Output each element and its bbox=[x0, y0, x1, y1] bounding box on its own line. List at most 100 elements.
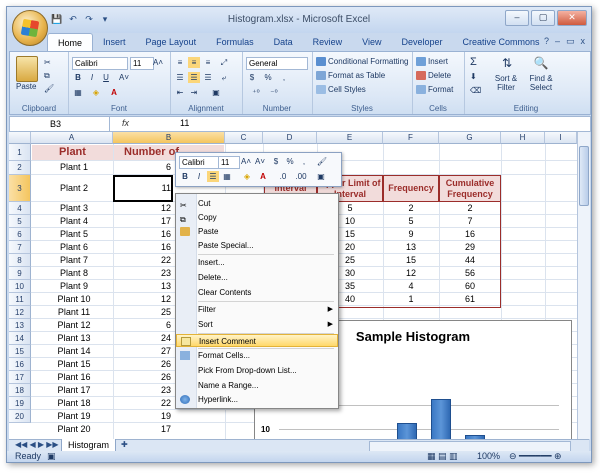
row-header-3[interactable]: 3 bbox=[9, 175, 31, 202]
menu-item-name-range[interactable]: Name a Range... bbox=[176, 379, 338, 392]
col-header-i[interactable]: I bbox=[545, 132, 577, 144]
tab-review[interactable]: Review bbox=[303, 33, 353, 51]
mini-comma-button[interactable]: , bbox=[298, 156, 310, 167]
align-left-icon[interactable]: ☰ bbox=[174, 72, 186, 83]
mini-grow-font-button[interactable]: A˄ bbox=[240, 156, 252, 167]
fx-icon[interactable]: fx bbox=[122, 118, 129, 128]
orientation-icon[interactable]: ⤢ bbox=[218, 57, 230, 68]
font-size-combo[interactable]: 11 bbox=[130, 57, 154, 70]
cell-number[interactable]: 17 bbox=[115, 216, 171, 226]
tab-insert[interactable]: Insert bbox=[93, 33, 136, 51]
menu-item-format-cells[interactable]: Format Cells... bbox=[176, 349, 338, 362]
customize-qat-icon[interactable]: ▾ bbox=[99, 13, 111, 25]
view-buttons[interactable]: ▦ ▤ ▥ bbox=[427, 451, 458, 462]
insert-cells-button[interactable]: Insert bbox=[416, 57, 448, 67]
tab-developer[interactable]: Developer bbox=[391, 33, 452, 51]
row-header-15[interactable]: 15 bbox=[9, 345, 31, 358]
conditional-formatting-button[interactable]: Conditional Formatting bbox=[316, 57, 408, 67]
wrap-text-icon[interactable]: ⤶ bbox=[218, 72, 230, 83]
help-icon[interactable]: ? bbox=[544, 36, 549, 47]
cell-number[interactable]: 13 bbox=[115, 281, 171, 291]
row-header-12[interactable]: 12 bbox=[9, 306, 31, 319]
table-cell[interactable]: 61 bbox=[439, 294, 501, 304]
bold-button[interactable]: B bbox=[72, 72, 84, 83]
cell-number[interactable]: 26 bbox=[115, 372, 171, 382]
align-center-icon[interactable]: ☰ bbox=[188, 72, 200, 83]
cell-plant[interactable]: Plant 8 bbox=[33, 268, 115, 278]
ribbon-close-icon[interactable]: x bbox=[581, 36, 586, 47]
cell-a1-plant-header[interactable]: Plant bbox=[32, 145, 113, 160]
row-header-7[interactable]: 7 bbox=[9, 241, 31, 254]
row-header-13[interactable]: 13 bbox=[9, 319, 31, 332]
paste-icon[interactable] bbox=[16, 56, 38, 82]
menu-item-delete[interactable]: Delete... bbox=[176, 271, 338, 284]
mini-percent-button[interactable]: % bbox=[284, 156, 296, 167]
cell-plant[interactable]: Plant 10 bbox=[33, 294, 115, 304]
col-header-f[interactable]: F bbox=[383, 132, 439, 144]
increase-indent-icon[interactable]: ⇥ bbox=[188, 87, 200, 98]
zoom-level[interactable]: 100% bbox=[477, 451, 500, 462]
cell-plant[interactable]: Plant 3 bbox=[33, 203, 115, 213]
cell-plant[interactable]: Plant 16 bbox=[33, 372, 115, 382]
align-right-icon[interactable]: ☰ bbox=[202, 72, 214, 83]
cell-plant[interactable]: Plant 12 bbox=[33, 320, 115, 330]
table-cell[interactable]: 15 bbox=[383, 255, 439, 265]
menu-item-filter[interactable]: Filter ▶ bbox=[176, 303, 338, 316]
cell-plant[interactable]: Plant 5 bbox=[33, 229, 115, 239]
mini-currency-button[interactable]: $ bbox=[270, 156, 282, 167]
decrease-indent-icon[interactable]: ⇤ bbox=[174, 87, 186, 98]
minimize-button[interactable]: – bbox=[505, 10, 529, 26]
row-header-6[interactable]: 6 bbox=[9, 228, 31, 241]
cell-plant[interactable]: Plant 19 bbox=[33, 411, 115, 421]
mini-font-color-button[interactable]: A bbox=[257, 171, 269, 182]
row-header-11[interactable]: 11 bbox=[9, 293, 31, 306]
table-cell[interactable]: 29 bbox=[439, 242, 501, 252]
table-cell[interactable]: 9 bbox=[383, 229, 439, 239]
cell-plant[interactable]: Plant 18 bbox=[33, 398, 115, 408]
row-header-1[interactable]: 1 bbox=[9, 144, 31, 161]
row-header-4[interactable]: 4 bbox=[9, 202, 31, 215]
menu-item-clear-contents[interactable]: Clear Contents bbox=[176, 286, 338, 299]
col-header-g[interactable]: G bbox=[439, 132, 501, 144]
cell-plant[interactable]: Plant 20 bbox=[33, 424, 115, 434]
tab-creative-commons[interactable]: Creative Commons bbox=[453, 33, 550, 51]
font-name-combo[interactable]: Calibri bbox=[72, 57, 128, 70]
cell-number[interactable]: 22 bbox=[115, 398, 171, 408]
menu-item-paste[interactable]: Paste bbox=[176, 225, 338, 238]
row-header-9[interactable]: 9 bbox=[9, 267, 31, 280]
cell-number[interactable]: 12 bbox=[115, 203, 171, 213]
fill-color-icon[interactable]: ◈ bbox=[90, 87, 102, 98]
row-header-5[interactable]: 5 bbox=[9, 215, 31, 228]
menu-item-cut[interactable]: ✂ Cut bbox=[176, 197, 338, 210]
col-header-h[interactable]: H bbox=[501, 132, 545, 144]
align-top-icon[interactable]: ≡ bbox=[174, 57, 186, 68]
table-cell[interactable]: 5 bbox=[383, 216, 439, 226]
cell-number[interactable]: 6 bbox=[115, 320, 171, 330]
menu-item-insert-comment[interactable]: Insert Comment bbox=[176, 334, 338, 347]
mini-merge-icon[interactable]: ▣ bbox=[315, 171, 327, 182]
cell-plant[interactable]: Plant 6 bbox=[33, 242, 115, 252]
cell-number[interactable]: 16 bbox=[115, 242, 171, 252]
fill-icon[interactable]: ⬇ bbox=[470, 72, 477, 81]
sheet-nav-icons[interactable]: ◀◀ ◀ ▶ ▶▶ bbox=[15, 440, 59, 449]
frequency-header[interactable]: Frequency bbox=[383, 175, 439, 202]
table-cell[interactable]: 12 bbox=[383, 268, 439, 278]
row-header-17[interactable]: 17 bbox=[9, 371, 31, 384]
grow-font-button[interactable]: A˄ bbox=[152, 57, 164, 68]
mini-fill-color-icon[interactable]: ◈ bbox=[241, 171, 253, 182]
cell-plant[interactable]: Plant 17 bbox=[33, 385, 115, 395]
redo-icon[interactable]: ↷ bbox=[83, 13, 95, 25]
row-header-10[interactable]: 10 bbox=[9, 280, 31, 293]
row-header-19[interactable]: 19 bbox=[9, 397, 31, 410]
row-header-16[interactable]: 16 bbox=[9, 358, 31, 371]
cell-number[interactable]: 17 bbox=[115, 424, 171, 434]
save-icon[interactable]: 💾 bbox=[51, 13, 63, 25]
cell-number[interactable]: 16 bbox=[115, 229, 171, 239]
vertical-scrollbar[interactable] bbox=[577, 132, 590, 439]
mini-bold-button[interactable]: B bbox=[179, 171, 191, 182]
cell-plant[interactable]: Plant 15 bbox=[33, 359, 115, 369]
cumulative-frequency-header[interactable]: Cumulative Frequency bbox=[439, 175, 501, 202]
menu-item-copy[interactable]: ⧉ Copy bbox=[176, 211, 338, 224]
paste-button[interactable]: Paste bbox=[16, 82, 36, 91]
menu-item-hyperlink[interactable]: Hyperlink... bbox=[176, 393, 338, 406]
